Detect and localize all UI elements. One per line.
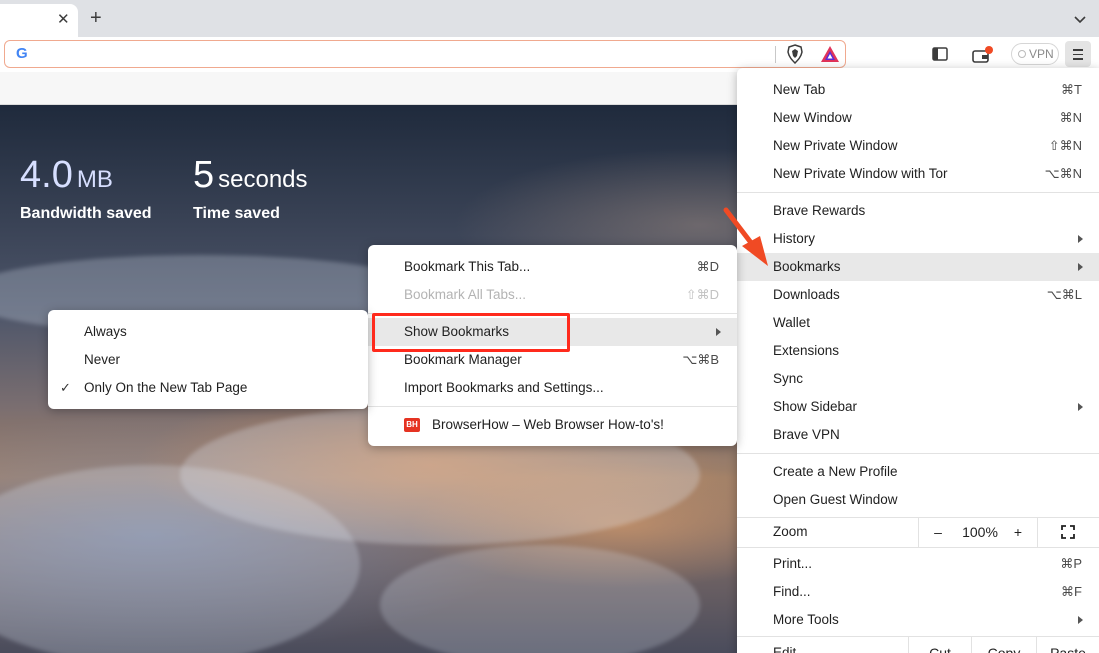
wallet-icon[interactable]: [972, 46, 994, 64]
active-tab[interactable]: ✕: [0, 4, 78, 37]
zoom-out-button[interactable]: –: [928, 517, 948, 547]
menu-item-brave-vpn[interactable]: Brave VPN: [737, 421, 1099, 449]
menu-item-downloads[interactable]: Downloads ⌥⌘L: [737, 281, 1099, 309]
submenu-arrow-icon: [1078, 235, 1083, 243]
show-bookmarks-submenu: Always Never ✓ Only On the New Tab Page: [48, 310, 368, 409]
menu-item-new-private-tor[interactable]: New Private Window with Tor ⌥⌘N: [737, 160, 1099, 188]
zoom-level: 100%: [962, 524, 998, 540]
vpn-label: VPN: [1029, 47, 1054, 61]
menu-item-more-tools[interactable]: More Tools: [737, 606, 1099, 634]
zoom-in-button[interactable]: +: [1008, 517, 1028, 547]
menu-item-always[interactable]: Always: [48, 318, 368, 346]
main-menu-button[interactable]: [1065, 41, 1091, 67]
menu-zoom-row: Zoom – 100% +: [737, 517, 1099, 547]
bandwidth-saved-value: 4.0 MB: [20, 154, 113, 196]
bookmark-item-browserhow[interactable]: BH BrowserHow – Web Browser How-to's!: [368, 411, 737, 439]
menu-item-bookmark-this-tab[interactable]: Bookmark This Tab... ⌘D: [368, 253, 737, 281]
tab-close-icon[interactable]: ✕: [57, 12, 70, 28]
vpn-button[interactable]: VPN: [1011, 43, 1059, 65]
menu-item-extensions[interactable]: Extensions: [737, 337, 1099, 365]
tab-strip: ✕ +: [0, 0, 1099, 37]
menu-item-never[interactable]: Never: [48, 346, 368, 374]
zoom-label: Zoom: [773, 524, 808, 539]
edit-label: Edit: [773, 645, 797, 653]
sidebar-toggle-icon[interactable]: [932, 47, 948, 61]
browserhow-favicon-icon: BH: [404, 418, 420, 432]
menu-item-brave-rewards[interactable]: Brave Rewards: [737, 197, 1099, 225]
menu-item-only-ntp[interactable]: ✓ Only On the New Tab Page: [48, 374, 368, 402]
highlight-box: [372, 313, 570, 352]
menu-edit-row: Edit Cut Copy Paste: [737, 636, 1099, 653]
menu-item-new-window[interactable]: New Window ⌘N: [737, 104, 1099, 132]
menu-divider: [368, 406, 737, 407]
toolbar: G VPN: [0, 37, 1099, 72]
menu-item-sync[interactable]: Sync: [737, 365, 1099, 393]
checkmark-icon: ✓: [60, 380, 71, 395]
main-menu: New Tab ⌘T New Window ⌘N New Private Windo…: [737, 68, 1099, 653]
google-icon: G: [16, 45, 28, 62]
menu-item-find[interactable]: Find... ⌘F: [737, 578, 1099, 606]
brave-rewards-icon[interactable]: [820, 45, 840, 63]
menu-item-history[interactable]: History: [737, 225, 1099, 253]
menu-item-guest-window[interactable]: Open Guest Window: [737, 486, 1099, 514]
menu-item-create-profile[interactable]: Create a New Profile: [737, 458, 1099, 486]
submenu-arrow-icon: [716, 328, 721, 336]
menu-divider: [737, 192, 1099, 193]
menu-item-import-bookmarks[interactable]: Import Bookmarks and Settings...: [368, 374, 737, 402]
time-saved-label: Time saved: [193, 205, 280, 222]
menu-item-bookmark-all-tabs: Bookmark All Tabs... ⇧⌘D: [404, 287, 719, 302]
copy-button[interactable]: Copy: [972, 638, 1036, 653]
menu-divider: [737, 453, 1099, 454]
cut-button[interactable]: Cut: [909, 638, 971, 653]
bandwidth-saved-label: Bandwidth saved: [20, 205, 152, 222]
new-tab-button[interactable]: +: [90, 8, 102, 28]
omnibox-divider: [775, 46, 776, 63]
fullscreen-icon[interactable]: [1061, 525, 1075, 539]
menu-item-new-private-window[interactable]: New Private Window ⇧⌘N: [737, 132, 1099, 160]
brave-shields-icon[interactable]: [786, 44, 804, 64]
paste-button[interactable]: Paste: [1037, 638, 1099, 653]
menu-item-new-tab[interactable]: New Tab ⌘T: [737, 76, 1099, 104]
menu-divider: [737, 547, 1099, 548]
submenu-arrow-icon: [1078, 403, 1083, 411]
pointer-arrow-icon: [723, 207, 768, 266]
vpn-status-icon: [1018, 50, 1026, 58]
submenu-arrow-icon: [1078, 263, 1083, 271]
menu-item-print[interactable]: Print... ⌘P: [737, 550, 1099, 578]
menu-item-show-sidebar[interactable]: Show Sidebar: [737, 393, 1099, 421]
chevron-down-icon[interactable]: [1072, 11, 1088, 27]
time-saved-value: 5 seconds: [193, 154, 308, 196]
menu-item-wallet[interactable]: Wallet: [737, 309, 1099, 337]
submenu-arrow-icon: [1078, 616, 1083, 624]
menu-item-bookmarks[interactable]: Bookmarks: [737, 253, 1099, 281]
wave-foam: [380, 545, 700, 653]
address-bar[interactable]: G: [4, 40, 846, 68]
